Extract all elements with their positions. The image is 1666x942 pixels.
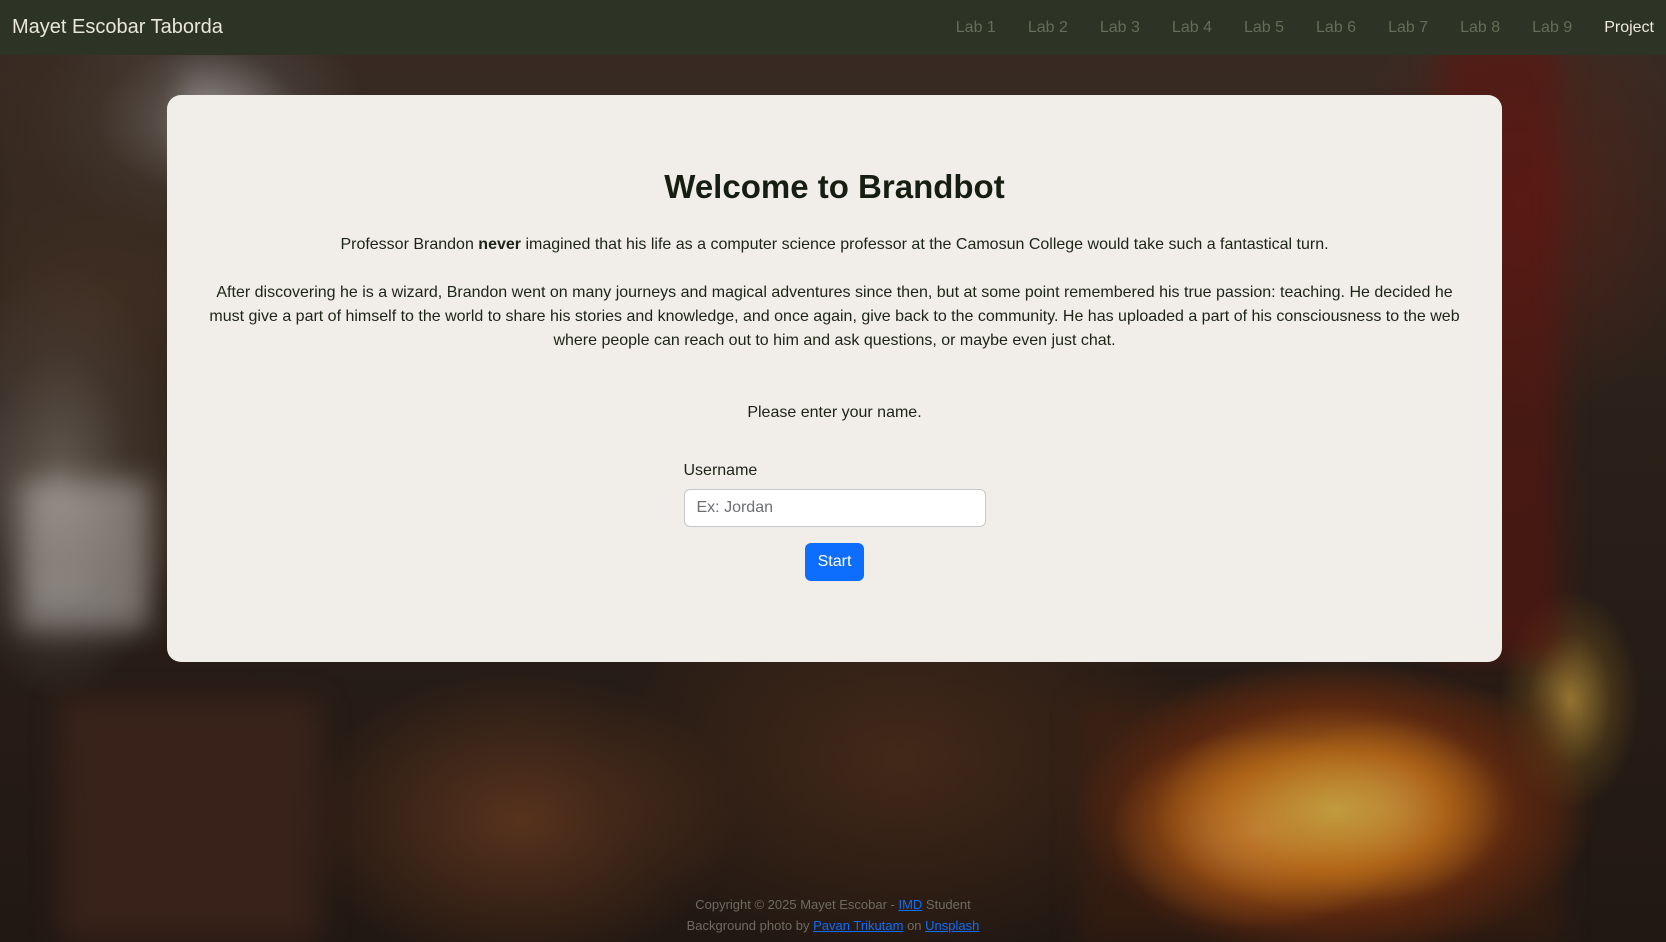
photo-credit-text: Background photo by <box>686 918 814 933</box>
student-text: Student <box>922 897 971 912</box>
name-prompt: Please enter your name. <box>747 404 922 421</box>
page-title: Welcome to Brandbot <box>664 168 1005 205</box>
username-label: Username <box>683 462 758 479</box>
unsplash-link[interactable]: Unsplash <box>925 918 979 933</box>
nav-link-lab-4[interactable]: Lab 4 <box>1172 19 1212 37</box>
nav-link-lab-9[interactable]: Lab 9 <box>1532 19 1572 37</box>
page-footer: Copyright © 2025 Mayet Escobar - IMD Stu… <box>0 894 1666 936</box>
bg-window-light <box>20 480 150 630</box>
top-navbar: Mayet Escobar Taborda Lab 1 Lab 2 Lab 3 … <box>0 0 1666 55</box>
nav-link-lab-5[interactable]: Lab 5 <box>1244 19 1284 37</box>
copyright-text: Copyright © 2025 Mayet Escobar - <box>695 897 899 912</box>
nav-link-lab-7[interactable]: Lab 7 <box>1388 19 1428 37</box>
intro-emphasis: never <box>478 236 521 253</box>
photo-credit-line: Background photo by Pavan Trikutam on Un… <box>0 915 1666 936</box>
story-paragraph: After discovering he is a wizard, Brando… <box>209 284 1460 349</box>
start-button[interactable]: Start <box>804 543 865 581</box>
button-row: Start <box>684 543 986 581</box>
nav-link-lab-2[interactable]: Lab 2 <box>1028 19 1068 37</box>
intro-text-start: Professor Brandon <box>340 236 479 253</box>
intro-text-end: imagined that his life as a computer sci… <box>521 236 1329 253</box>
imd-link[interactable]: IMD <box>898 897 922 912</box>
welcome-card: Welcome to Brandbot Professor Brandon ne… <box>167 95 1502 662</box>
intro-paragraph: Professor Brandon never imagined that hi… <box>199 233 1470 257</box>
on-text: on <box>903 918 926 933</box>
username-form: Username Start <box>683 461 986 581</box>
nav-link-lab-3[interactable]: Lab 3 <box>1100 19 1140 37</box>
nav-link-lab-8[interactable]: Lab 8 <box>1460 19 1500 37</box>
username-input[interactable] <box>683 489 986 527</box>
nav-link-lab-1[interactable]: Lab 1 <box>956 19 996 37</box>
copyright-line: Copyright © 2025 Mayet Escobar - IMD Stu… <box>0 894 1666 915</box>
photographer-link[interactable]: Pavan Trikutam <box>813 918 903 933</box>
nav-link-lab-6[interactable]: Lab 6 <box>1316 19 1356 37</box>
brand-link[interactable]: Mayet Escobar Taborda <box>12 16 223 39</box>
nav-link-project[interactable]: Project <box>1604 19 1654 37</box>
nav-links: Lab 1 Lab 2 Lab 3 Lab 4 Lab 5 Lab 6 Lab … <box>924 19 1654 37</box>
